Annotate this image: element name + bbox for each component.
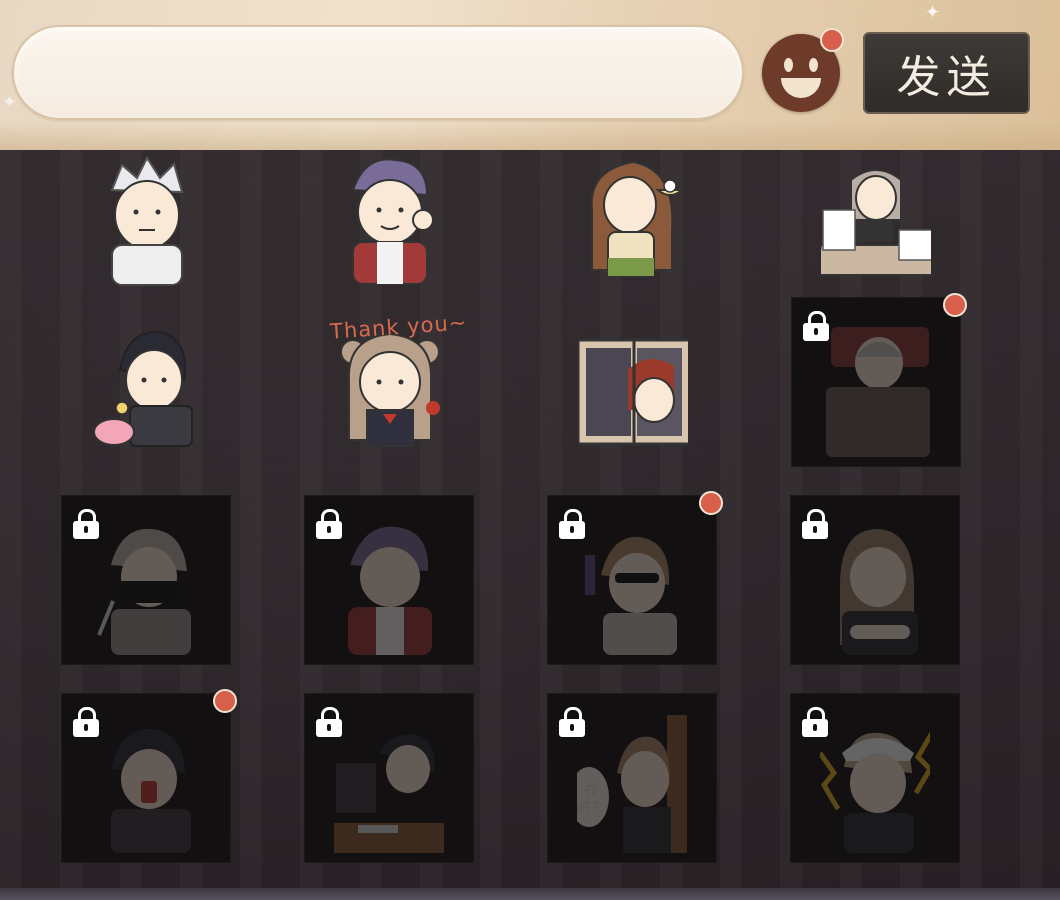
sticker-computer-desk[interactable] <box>304 693 474 863</box>
sticker-grid: Thank you~ 在吗？ <box>0 150 1060 900</box>
sticker-image <box>348 526 432 655</box>
lock-icon <box>316 509 342 539</box>
sparkle-icon: ✦ <box>2 92 18 112</box>
sticker-caption: 在吗？ <box>575 781 606 817</box>
lock-icon <box>802 509 828 539</box>
sticker-arms-crossed[interactable] <box>790 495 960 665</box>
lock-icon <box>803 311 829 341</box>
sticker-in-bed[interactable] <box>791 297 961 467</box>
smiley-eye <box>809 58 818 72</box>
sticker-purple-hair-smile[interactable] <box>304 495 474 665</box>
sticker-masked-knife[interactable] <box>61 495 231 665</box>
sticker-image <box>821 169 931 276</box>
sticker-piggy-bank[interactable] <box>62 290 232 460</box>
sticker-angry-maid[interactable] <box>790 693 960 863</box>
lock-icon <box>802 707 828 737</box>
notification-dot <box>943 293 967 317</box>
smiley-mouth <box>781 78 821 98</box>
sticker-image <box>111 728 191 853</box>
notification-dot <box>699 491 723 515</box>
message-input[interactable] <box>12 25 744 120</box>
sticker-image <box>585 536 677 655</box>
send-button[interactable]: 发送 <box>863 32 1030 114</box>
sticker-image <box>334 734 444 853</box>
sticker-image <box>590 160 685 277</box>
sticker-image <box>578 338 688 446</box>
chat-input-bar: ✦ ✦ 发送 <box>0 0 1060 150</box>
lock-icon <box>559 707 585 737</box>
sticker-window-peek[interactable] <box>548 290 718 460</box>
lock-icon <box>316 707 342 737</box>
notification-dot <box>820 28 844 52</box>
sticker-purple-hair-ok[interactable] <box>305 130 475 300</box>
sticker-sunglasses-gun[interactable] <box>547 495 717 665</box>
lock-icon <box>559 509 585 539</box>
sparkle-icon: ✦ <box>925 2 941 22</box>
sticker-image <box>93 330 193 447</box>
smiley-face-icon <box>784 58 793 72</box>
sticker-image <box>351 158 434 285</box>
sticker-image <box>110 155 184 286</box>
notification-dot <box>213 689 237 713</box>
sticker-door-peek[interactable]: 在吗？ <box>547 693 717 863</box>
sticker-image <box>97 528 191 655</box>
sticker-image <box>826 327 930 457</box>
sticker-girl-rice-bowl[interactable] <box>548 130 718 300</box>
bottom-edge <box>0 888 1060 900</box>
sticker-white-hair-man[interactable] <box>62 130 232 300</box>
sticker-image <box>820 731 930 853</box>
lock-icon <box>73 509 99 539</box>
sticker-image <box>840 529 918 655</box>
sticker-paperwork-desk[interactable] <box>791 130 961 300</box>
lock-icon <box>73 707 99 737</box>
sticker-shouting[interactable] <box>61 693 231 863</box>
